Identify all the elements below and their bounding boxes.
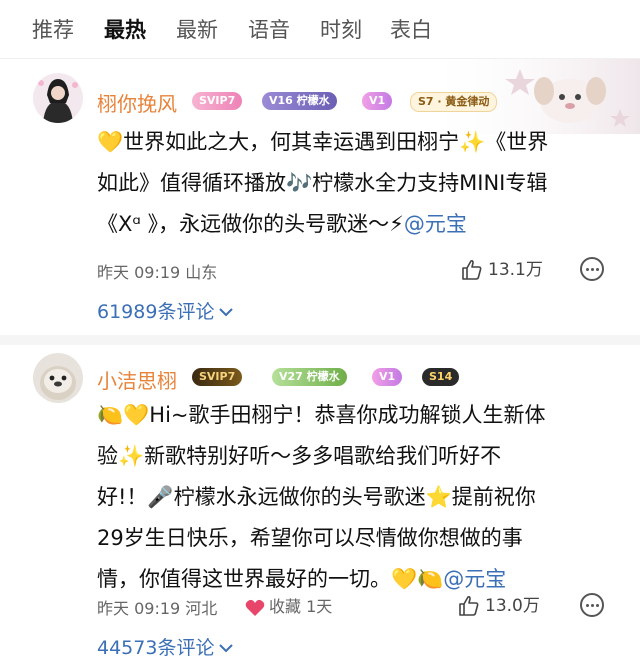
tab-moments[interactable]: 时刻: [320, 14, 362, 44]
tab-recommend[interactable]: 推荐: [32, 14, 74, 44]
comment-line: 如此》值得循环播放🎶柠檬水全力支持MINI专辑: [97, 171, 548, 195]
like-button[interactable]: 13.1万: [460, 255, 543, 282]
collect-label: 收藏 1天: [269, 597, 333, 616]
comment-count-link[interactable]: 44573条评论: [97, 633, 234, 660]
comment-count: 61989条评论: [97, 301, 215, 323]
thumbs-up-icon: [459, 595, 479, 616]
comment-text: 🍋💛Hi~歌手田栩宁！恭喜你成功解锁人生新体 验✨新歌特别好听～多多唱歌给我们听…: [97, 395, 617, 600]
username[interactable]: 栩你挽风: [97, 88, 177, 117]
comment-line: 验✨新歌特别好听～多多唱歌给我们听好不: [97, 444, 502, 468]
like-count: 13.0万: [485, 596, 540, 616]
like-count: 13.1万: [488, 260, 543, 280]
comment-card: 栩你挽风 SVIP7 V16 柠檬水 V1 S7 · 黄金律动 💛世界如此之大，…: [0, 59, 640, 341]
tab-confession[interactable]: 表白: [390, 14, 432, 44]
tab-hottest[interactable]: 最热: [104, 14, 146, 44]
comment-line: 🍋💛Hi~歌手田栩宁！恭喜你成功解锁人生新体: [97, 403, 546, 427]
comment-text-segment: 情，你值得这世界最好的一切。💛🍋: [97, 567, 444, 591]
post-location: 河北: [185, 599, 218, 618]
comment-count: 44573条评论: [97, 637, 215, 659]
level-badge[interactable]: V16 柠檬水: [262, 92, 337, 110]
post-location: 山东: [185, 263, 218, 282]
comment-count-link[interactable]: 61989条评论: [97, 297, 234, 324]
tab-voice[interactable]: 语音: [248, 14, 290, 44]
post-meta: 昨天 09:19 河北: [97, 595, 217, 619]
post-time: 昨天 09:19: [97, 263, 181, 282]
season-badge[interactable]: S7 · 黄金律动: [410, 92, 498, 112]
comment-card: 小洁思栩 SVIP7 V27 柠檬水 V1 S14 🍋💛Hi~歌手田栩宁！恭喜你…: [0, 345, 640, 671]
chevron-down-icon: [219, 644, 234, 653]
mention-link[interactable]: @元宝: [404, 212, 467, 236]
heart-icon: [245, 599, 265, 616]
avatar[interactable]: [33, 353, 83, 403]
tab-bar: 推荐 最热 最新 语音 时刻 表白: [0, 0, 640, 58]
mention-link[interactable]: @元宝: [443, 567, 506, 591]
comment-line: 29岁生日快乐，希望你可以尽情做你想做的事: [97, 526, 523, 550]
comment-text: 💛世界如此之大，何其幸运遇到田栩宁✨《世界 如此》值得循环播放🎶柠檬水全力支持M…: [97, 122, 617, 245]
post-time: 昨天 09:19: [97, 599, 181, 618]
collect-info[interactable]: 收藏 1天: [245, 593, 332, 617]
svip-badge[interactable]: SVIP7: [192, 368, 243, 386]
fan-badge[interactable]: V1: [372, 368, 403, 386]
comment-line: 《Xᵅ 》，永远做你的头号歌迷～⚡@元宝: [97, 204, 617, 245]
more-icon[interactable]: [580, 593, 604, 617]
avatar[interactable]: [33, 73, 83, 123]
comment-line: 好!！🎤柠檬水永远做你的头号歌迷⭐提前祝你: [97, 485, 536, 509]
level-badge[interactable]: V27 柠檬水: [272, 368, 347, 386]
thumbs-up-icon: [462, 259, 482, 280]
tab-newest[interactable]: 最新: [176, 14, 218, 44]
fan-badge[interactable]: V1: [362, 92, 393, 110]
post-meta: 昨天 09:19 山东: [97, 259, 217, 283]
svip-badge[interactable]: SVIP7: [192, 92, 243, 110]
section-divider: [0, 335, 640, 345]
username[interactable]: 小洁思栩: [97, 365, 177, 394]
comment-text-segment: 《Xᵅ 》，永远做你的头号歌迷～⚡: [97, 212, 404, 236]
season-badge[interactable]: S14: [422, 368, 460, 386]
like-button[interactable]: 13.0万: [457, 591, 540, 618]
more-icon[interactable]: [580, 257, 604, 281]
comment-line: 💛世界如此之大，何其幸运遇到田栩宁✨《世界: [97, 130, 549, 154]
chevron-down-icon: [219, 308, 234, 317]
